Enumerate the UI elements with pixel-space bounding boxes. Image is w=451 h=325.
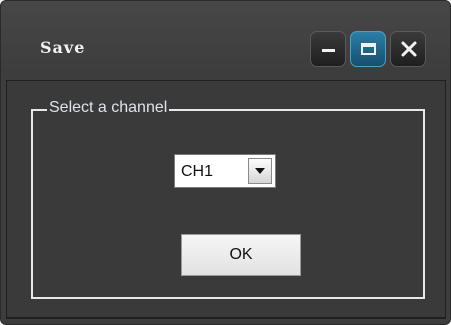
maximize-button[interactable] bbox=[350, 31, 386, 67]
minimize-icon bbox=[322, 49, 335, 52]
channel-select[interactable]: CH1 bbox=[174, 154, 276, 188]
groupbox-label: Select a channel bbox=[47, 99, 170, 117]
window-controls bbox=[310, 31, 426, 67]
channel-select-dropdown-button[interactable] bbox=[248, 158, 272, 184]
minimize-button[interactable] bbox=[310, 31, 346, 67]
channel-select-value: CH1 bbox=[181, 163, 214, 180]
ok-button[interactable]: OK bbox=[181, 234, 301, 276]
close-button[interactable] bbox=[390, 31, 426, 67]
chevron-down-icon bbox=[255, 168, 265, 174]
window-title: Save bbox=[40, 38, 86, 57]
close-icon bbox=[401, 41, 417, 57]
maximize-icon bbox=[361, 43, 376, 55]
